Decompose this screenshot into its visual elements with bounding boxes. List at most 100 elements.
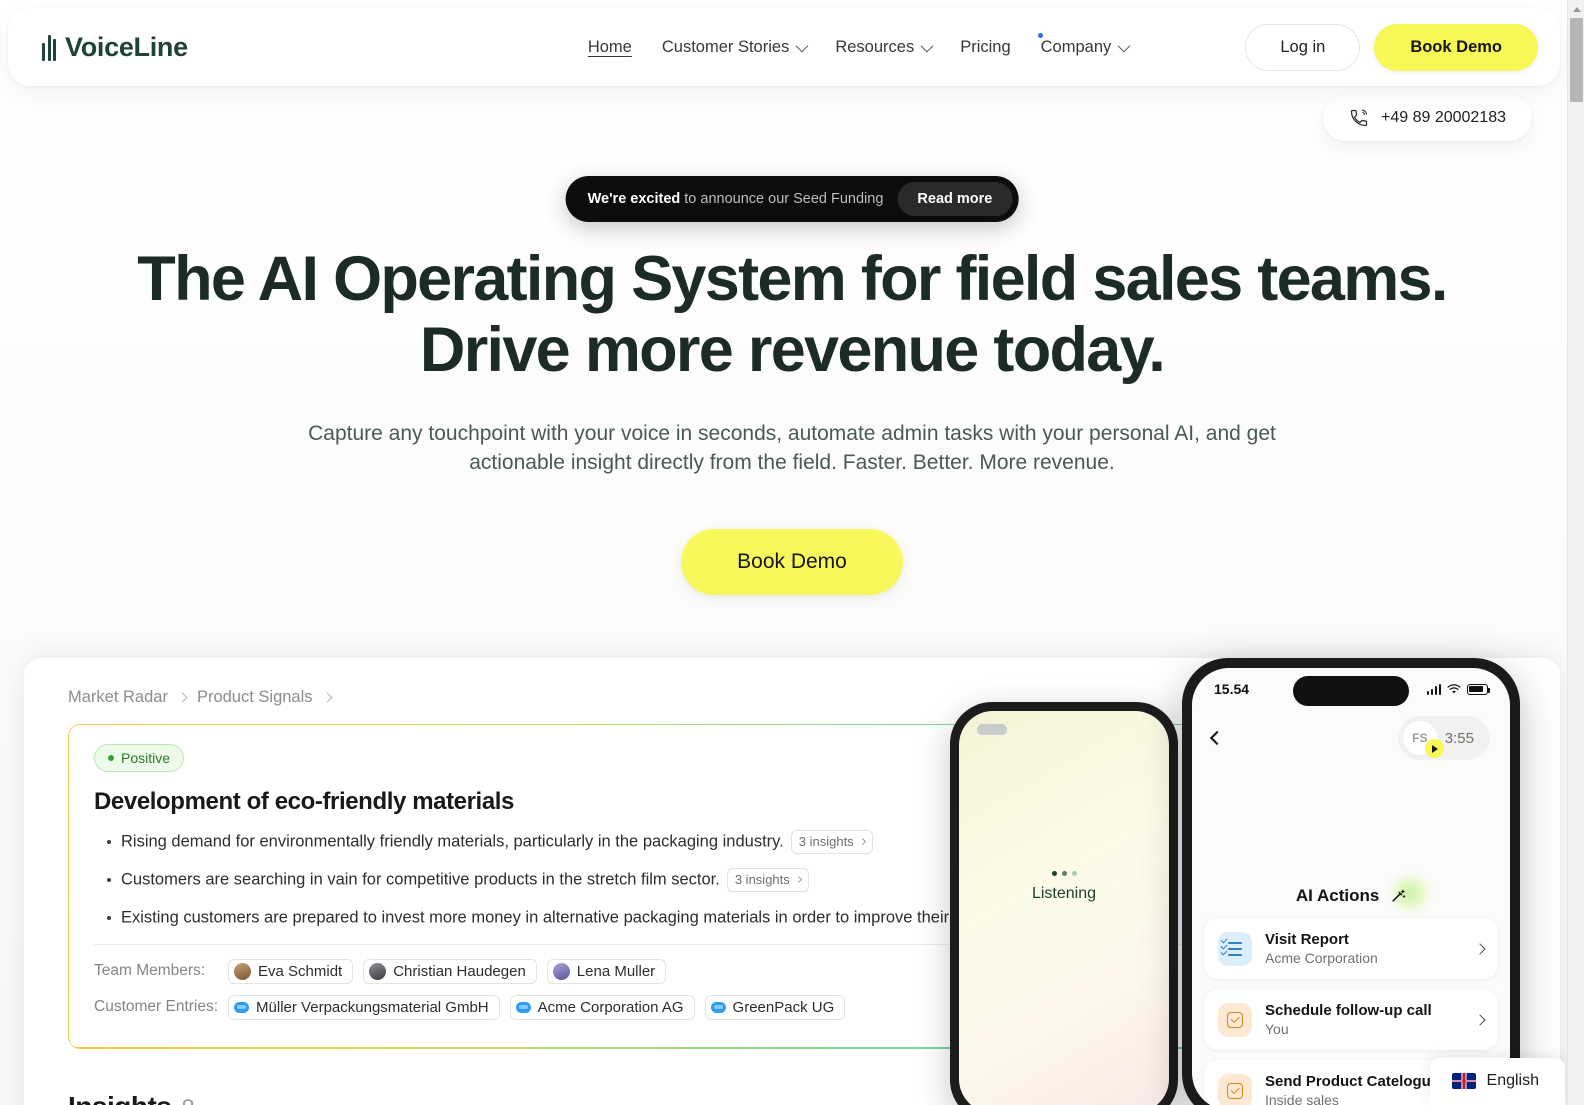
team-members-label: Team Members:	[94, 962, 206, 980]
bullet-dot-icon	[107, 877, 111, 882]
customer-entry-chip[interactable]: GreenPack UG	[704, 994, 846, 1020]
avatar	[234, 962, 251, 980]
hero-book-demo-button[interactable]: Book Demo	[681, 529, 903, 596]
cellular-signal-icon	[1426, 683, 1441, 695]
nav-item-home[interactable]: Home	[588, 38, 632, 57]
listening-indicator: Listening	[959, 871, 1169, 903]
insights-chip[interactable]: 3 insights	[726, 867, 809, 892]
notification-dot-icon	[1037, 32, 1043, 38]
phone-mockup-listening: Listening	[950, 702, 1178, 1105]
recording-playback-control[interactable]: FS 3:55	[1397, 716, 1490, 760]
header-book-demo-button[interactable]: Book Demo	[1374, 23, 1538, 71]
nav-item-customer-stories[interactable]: Customer Stories	[661, 37, 809, 57]
nav-label-resources: Resources	[835, 37, 915, 56]
language-selector[interactable]: English	[1429, 1058, 1565, 1105]
nav-item-company[interactable]: Company	[1037, 32, 1131, 57]
back-arrow-icon[interactable]	[1209, 730, 1225, 746]
action-title: Schedule follow-up call	[1265, 1002, 1432, 1019]
company-tag-icon	[710, 1001, 726, 1013]
play-icon[interactable]	[1424, 739, 1444, 758]
status-badge: Positive	[94, 744, 185, 772]
header-actions: Log in Book Demo	[1245, 23, 1538, 71]
list-item[interactable]: Visit Report Acme Corporation	[1204, 918, 1498, 979]
avatar-initials: FS	[1412, 731, 1428, 745]
status-dot-icon	[108, 755, 114, 761]
action-subtitle: Acme Corporation	[1265, 950, 1378, 966]
speaker-notch-icon	[977, 724, 1007, 735]
nav-item-resources[interactable]: Resources	[835, 37, 934, 57]
language-label: English	[1486, 1072, 1539, 1089]
landing-page: VoiceLine Home Customer Stories Resource…	[0, 0, 1584, 1105]
insights-count: 8	[181, 1095, 194, 1105]
phone-number-widget[interactable]: +49 89 20002183	[1322, 95, 1532, 141]
insights-chip[interactable]: 3 insights	[790, 830, 873, 854]
customer-entry-chip[interactable]: Müller Verpackungsmaterial GmbH	[228, 994, 500, 1020]
uk-flag-icon	[1451, 1073, 1476, 1089]
team-member-chip[interactable]: Lena Muller	[546, 958, 667, 984]
checklist-icon	[1218, 931, 1252, 966]
logo[interactable]: VoiceLine	[42, 32, 188, 63]
voiceline-waveform-icon	[42, 33, 56, 61]
hero-section: The AI Operating System for field sales …	[0, 244, 1584, 596]
chevron-right-icon	[858, 838, 866, 846]
chevron-down-icon	[1117, 39, 1131, 52]
announcement-strong-text: We're excited	[587, 191, 681, 207]
bullet-text: Rising demand for environmentally friend…	[121, 832, 784, 851]
company-tag-icon	[515, 1001, 531, 1013]
announcement-banner[interactable]: We're excited to announce our Seed Fundi…	[565, 176, 1019, 222]
recording-duration: 3:55	[1444, 729, 1474, 747]
avatar	[369, 962, 387, 980]
phone-number-text: +49 89 20002183	[1380, 109, 1506, 126]
insights-chip-label: 3 insights	[798, 834, 854, 849]
chevron-right-icon	[177, 692, 188, 703]
nav-label-home: Home	[587, 37, 632, 56]
breadcrumb-item-market-radar[interactable]: Market Radar	[68, 688, 168, 707]
bullet-dot-icon	[107, 840, 111, 844]
customer-entry-name: Acme Corporation AG	[537, 998, 684, 1016]
chevron-down-icon	[795, 39, 809, 52]
listening-label: Listening	[1031, 885, 1097, 902]
status-bar-time: 15.54	[1214, 681, 1250, 697]
announcement-read-more-button[interactable]: Read more	[897, 182, 1013, 216]
bullet-dot-icon	[107, 915, 111, 920]
logo-text: VoiceLine	[65, 31, 188, 62]
bullet-text: Existing customers are prepared to inves…	[121, 908, 1051, 927]
chevron-right-icon	[1474, 942, 1486, 955]
scroll-up-arrow-icon[interactable]	[1568, 2, 1584, 17]
checkbox-icon	[1218, 1073, 1252, 1105]
magic-wand-icon	[1390, 888, 1406, 907]
customer-entry-name: Müller Verpackungsmaterial GmbH	[256, 998, 489, 1016]
action-title: Send Product Catelogue	[1265, 1073, 1440, 1090]
customer-entries-label: Customer Entries:	[94, 998, 219, 1016]
team-member-name: Lena Muller	[576, 962, 656, 980]
nav-label-company: Company	[1040, 37, 1112, 56]
checkbox-icon	[1218, 1002, 1252, 1037]
battery-icon	[1467, 683, 1491, 695]
login-button[interactable]: Log in	[1245, 23, 1361, 71]
customer-entry-chip[interactable]: Acme Corporation AG	[509, 994, 695, 1020]
page-scrollbar[interactable]	[1567, 0, 1584, 1105]
phone-mockup-ai-actions: 15.54 FS 3:55 AI Actions Visit Report Ac…	[1182, 658, 1520, 1105]
phone-top-bar: FS 3:55	[1192, 716, 1510, 760]
chevron-right-icon	[322, 692, 332, 703]
scrollbar-thumb[interactable]	[1570, 18, 1583, 102]
ai-actions-label: AI Actions	[1295, 886, 1380, 905]
avatar: FS	[1402, 721, 1444, 758]
company-tag-icon	[234, 1001, 250, 1013]
list-item[interactable]: Schedule follow-up call You	[1204, 989, 1498, 1050]
announcement-rest-text: to announce our Seed Funding	[684, 191, 884, 207]
insights-chip-label: 3 insights	[734, 871, 790, 887]
status-badge-label: Positive	[121, 750, 171, 766]
nav-item-pricing[interactable]: Pricing	[960, 38, 1010, 57]
nav-label-customer-stories: Customer Stories	[661, 37, 790, 56]
team-member-name: Eva Schmidt	[258, 962, 343, 980]
team-member-chip[interactable]: Christian Haudegen	[363, 958, 537, 984]
team-member-chip[interactable]: Eva Schmidt	[228, 958, 354, 984]
action-subtitle: You	[1265, 1021, 1289, 1037]
site-header: VoiceLine Home Customer Stories Resource…	[8, 8, 1560, 86]
action-title: Visit Report	[1265, 931, 1349, 948]
bullet-text: Customers are searching in vain for comp…	[121, 870, 720, 889]
breadcrumb-item-product-signals[interactable]: Product Signals	[197, 688, 313, 707]
loading-dots-icon	[959, 871, 1169, 876]
chevron-right-icon	[1474, 1013, 1486, 1026]
